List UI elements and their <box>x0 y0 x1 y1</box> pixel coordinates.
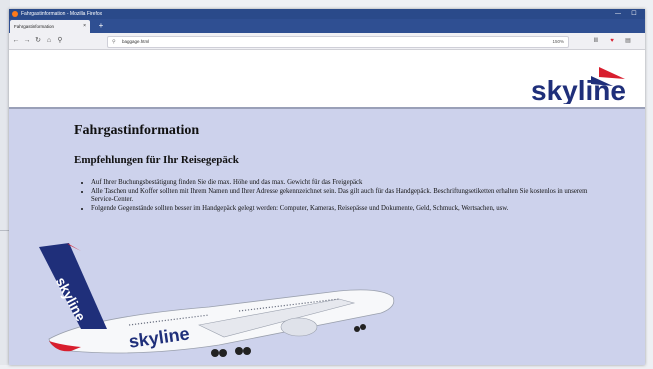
page-header: skyline <box>9 50 645 109</box>
menu-icon[interactable]: ▤ <box>623 36 633 46</box>
window-title: Fahrgastinformation - Mozilla Firefox <box>21 11 103 17</box>
tab-strip: Fahrgastinformation × + <box>9 19 645 33</box>
forward-icon[interactable]: → <box>22 36 32 46</box>
maximize-button[interactable]: ☐ <box>627 9 641 19</box>
list-item: Auf Ihrer Buchungsbestätigung finden Sie… <box>91 179 591 188</box>
airplane-image: skyline skyline <box>39 243 395 357</box>
section-heading: Empfehlungen für Ihr Reisegepäck <box>74 154 239 166</box>
pocket-icon[interactable]: ♥ <box>607 36 617 46</box>
reload-icon[interactable]: ↻ <box>33 36 43 46</box>
url-text: baggage.html <box>122 39 150 44</box>
page-title: Fahrgastinformation <box>74 123 200 138</box>
minimize-button[interactable]: — <box>611 9 625 19</box>
tab-label: Fahrgastinformation <box>14 24 55 29</box>
page-content: skyline Fahrgastinformation Empfehlungen… <box>9 50 645 365</box>
home-icon[interactable]: ⌂ <box>44 36 54 46</box>
address-bar[interactable]: ⚲ baggage.html 150% <box>107 36 569 48</box>
plane-engine <box>280 317 318 337</box>
zoom-level[interactable]: 150% <box>552 37 564 47</box>
luggage-recommendations-list: Auf Ihrer Buchungsbestätigung finden Sie… <box>79 179 591 213</box>
close-tab-icon[interactable]: × <box>83 20 86 33</box>
tools-icon[interactable]: ⚲ <box>55 36 65 46</box>
firefox-icon <box>12 11 18 17</box>
list-item: Alle Taschen und Koffer sollten mit Ihre… <box>91 188 591 205</box>
search-icon: ⚲ <box>112 39 116 45</box>
tab-fahrgastinformation[interactable]: Fahrgastinformation × <box>10 20 90 33</box>
navigation-toolbar: ← → ↻ ⌂ ⚲ ⚲ baggage.html 150% Ⅲ ♥ ▤ <box>9 33 645 50</box>
list-item: Folgende Gegenstände sollten besser im H… <box>91 205 591 214</box>
main-section: Fahrgastinformation Empfehlungen für Ihr… <box>9 109 645 365</box>
back-icon[interactable]: ← <box>11 36 21 46</box>
browser-window: Fahrgastinformation - Mozilla Firefox — … <box>9 9 645 365</box>
library-icon[interactable]: Ⅲ <box>591 36 601 46</box>
new-tab-button[interactable]: + <box>95 19 107 33</box>
skyline-logo: skyline <box>531 67 626 104</box>
logo-text: skyline <box>531 75 626 104</box>
title-bar: Fahrgastinformation - Mozilla Firefox — … <box>9 9 645 19</box>
